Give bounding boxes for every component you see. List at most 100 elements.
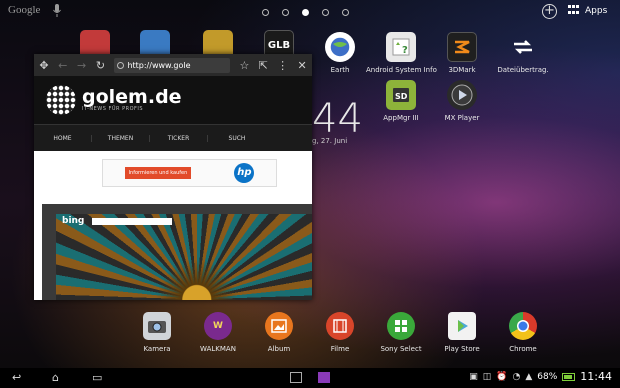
sd-card-icon: SD <box>386 80 416 110</box>
status-area[interactable]: ▣ ◫ ⏰ ◔ ▲ 68% 11:44 <box>469 370 612 383</box>
app-3dmark[interactable]: 3DMark <box>427 32 497 74</box>
app-label: AppMgr III <box>383 114 419 122</box>
site-nav: HOME THEMEN TICKER SUCH <box>34 124 312 151</box>
apps-button[interactable]: Apps <box>568 5 607 16</box>
bing-logo: bing <box>62 216 85 226</box>
svg-text:SD: SD <box>395 92 408 101</box>
add-widget-icon[interactable]: + <box>542 4 557 19</box>
site-header: golem.de IT-NEWS FÜR PROFIS <box>34 76 312 124</box>
camera-icon <box>143 312 171 340</box>
bing-search-box <box>92 218 172 225</box>
reload-icon[interactable]: ↻ <box>96 59 106 72</box>
move-window-icon[interactable]: ✥ <box>39 59 49 72</box>
app-label: Android System Info <box>366 66 437 74</box>
ad-button[interactable]: Informieren und kaufen <box>124 167 192 179</box>
clock-widget-time[interactable]: 44 <box>312 96 363 142</box>
dock-label: Album <box>267 345 291 353</box>
status-clock: 11:44 <box>580 370 612 383</box>
app-android-system-info[interactable]: ? Android System Info <box>366 32 437 74</box>
article-image[interactable] <box>56 214 312 300</box>
page-dot <box>262 9 269 16</box>
chrome-icon <box>509 312 537 340</box>
bookmark-star-icon[interactable]: ☆ <box>239 59 249 72</box>
home-nav-icon[interactable]: ⌂ <box>52 371 59 384</box>
dock-play-store[interactable]: Play Store <box>431 312 493 353</box>
dock-label: Sony Select <box>380 345 422 353</box>
svg-text:?: ? <box>402 45 408 56</box>
forward-icon[interactable]: → <box>77 59 87 72</box>
nfc-icon: ◫ <box>482 371 492 382</box>
clock-widget-date: g, 27. Juni <box>312 137 348 145</box>
page-dot <box>322 9 329 16</box>
close-icon[interactable]: ✕ <box>297 59 307 72</box>
url-text: http://www.gole <box>127 60 191 70</box>
app-appmgr[interactable]: SD AppMgr III <box>366 80 436 122</box>
microphone-icon[interactable] <box>52 3 62 18</box>
system-info-icon: ? <box>386 32 416 62</box>
dock-label: Chrome <box>509 345 537 353</box>
menu-icon[interactable]: ⋮ <box>277 59 288 72</box>
app-label: Dateiübertrag. <box>497 66 549 74</box>
page-indicator <box>262 9 349 16</box>
small-apps-icon[interactable] <box>290 372 302 383</box>
app-label: 3DMark <box>448 66 476 74</box>
article-image-frame: bing <box>42 204 312 300</box>
apps-grid-icon <box>568 5 581 16</box>
small-app-active-icon[interactable] <box>318 372 330 383</box>
movies-icon <box>326 312 354 340</box>
battery-percent: 68% <box>537 371 558 382</box>
nav-ticker[interactable]: TICKER <box>150 134 208 142</box>
dock-chrome[interactable]: Chrome <box>492 312 554 353</box>
url-field[interactable]: http://www.gole <box>114 57 231 73</box>
back-icon[interactable]: ← <box>58 59 68 72</box>
app-label: Earth <box>330 66 350 74</box>
site-title[interactable]: golem.de <box>82 88 182 107</box>
app-earth[interactable]: Earth <box>305 32 375 74</box>
nav-themen[interactable]: THEMEN <box>92 134 150 142</box>
transfer-icon <box>508 32 538 62</box>
wifi-icon: ◔ <box>512 371 521 382</box>
dock-label: Play Store <box>444 345 480 353</box>
signal-icon: ▲ <box>525 371 533 382</box>
nav-home[interactable]: HOME <box>34 134 92 142</box>
page-dot <box>282 9 289 16</box>
walkman-icon: W <box>204 312 232 340</box>
alarm-icon: ⏰ <box>496 371 508 382</box>
earth-icon <box>325 32 355 62</box>
dock-label: Kamera <box>143 345 171 353</box>
play-icon <box>447 80 477 110</box>
dock-label: Filme <box>330 345 350 353</box>
dock-sony-select[interactable]: Sony Select <box>370 312 432 353</box>
browser-toolbar: ✥ ← → ↻ http://www.gole ☆ ⇱ ⋮ ✕ <box>34 54 312 76</box>
system-bar: ↩ ⌂ ▭ ▣ ◫ ⏰ ◔ ▲ 68% 11:44 <box>0 368 620 388</box>
battery-icon <box>562 372 576 381</box>
dock-walkman[interactable]: W WALKMAN <box>187 312 249 353</box>
page-dot <box>342 9 349 16</box>
maximize-icon[interactable]: ⇱ <box>258 59 268 72</box>
app-label: MX Player <box>444 114 480 122</box>
small-app-browser-window[interactable]: ✥ ← → ↻ http://www.gole ☆ ⇱ ⋮ ✕ golem.de… <box>34 54 312 300</box>
back-nav-icon[interactable]: ↩ <box>12 371 21 384</box>
play-store-icon <box>448 312 476 340</box>
album-icon <box>265 312 293 340</box>
page-dot-active <box>302 9 309 16</box>
sony-select-icon <box>387 312 415 340</box>
dock-label: WALKMAN <box>200 345 236 353</box>
home-top-bar: Google + Apps <box>0 0 620 24</box>
recent-apps-icon[interactable]: ▭ <box>92 371 102 384</box>
ad-banner[interactable]: Informieren und kaufen hp <box>102 159 277 187</box>
golem-logo-icon <box>46 85 76 115</box>
app-mx-player[interactable]: MX Player <box>427 80 497 122</box>
dock-kamera[interactable]: Kamera <box>126 312 188 353</box>
google-search-label[interactable]: Google <box>8 4 40 16</box>
apps-label: Apps <box>585 5 608 16</box>
dock: Kamera W WALKMAN Album Filme Sony Select… <box>126 312 546 362</box>
3dmark-icon <box>447 32 477 62</box>
app-file-transfer[interactable]: Dateiübertrag. <box>488 32 558 74</box>
screenshot-icon: ▣ <box>469 371 478 382</box>
dock-album[interactable]: Album <box>248 312 310 353</box>
globe-icon <box>117 61 125 69</box>
dock-filme[interactable]: Filme <box>309 312 371 353</box>
hp-logo: hp <box>234 163 255 183</box>
nav-suche[interactable]: SUCH <box>208 135 266 142</box>
